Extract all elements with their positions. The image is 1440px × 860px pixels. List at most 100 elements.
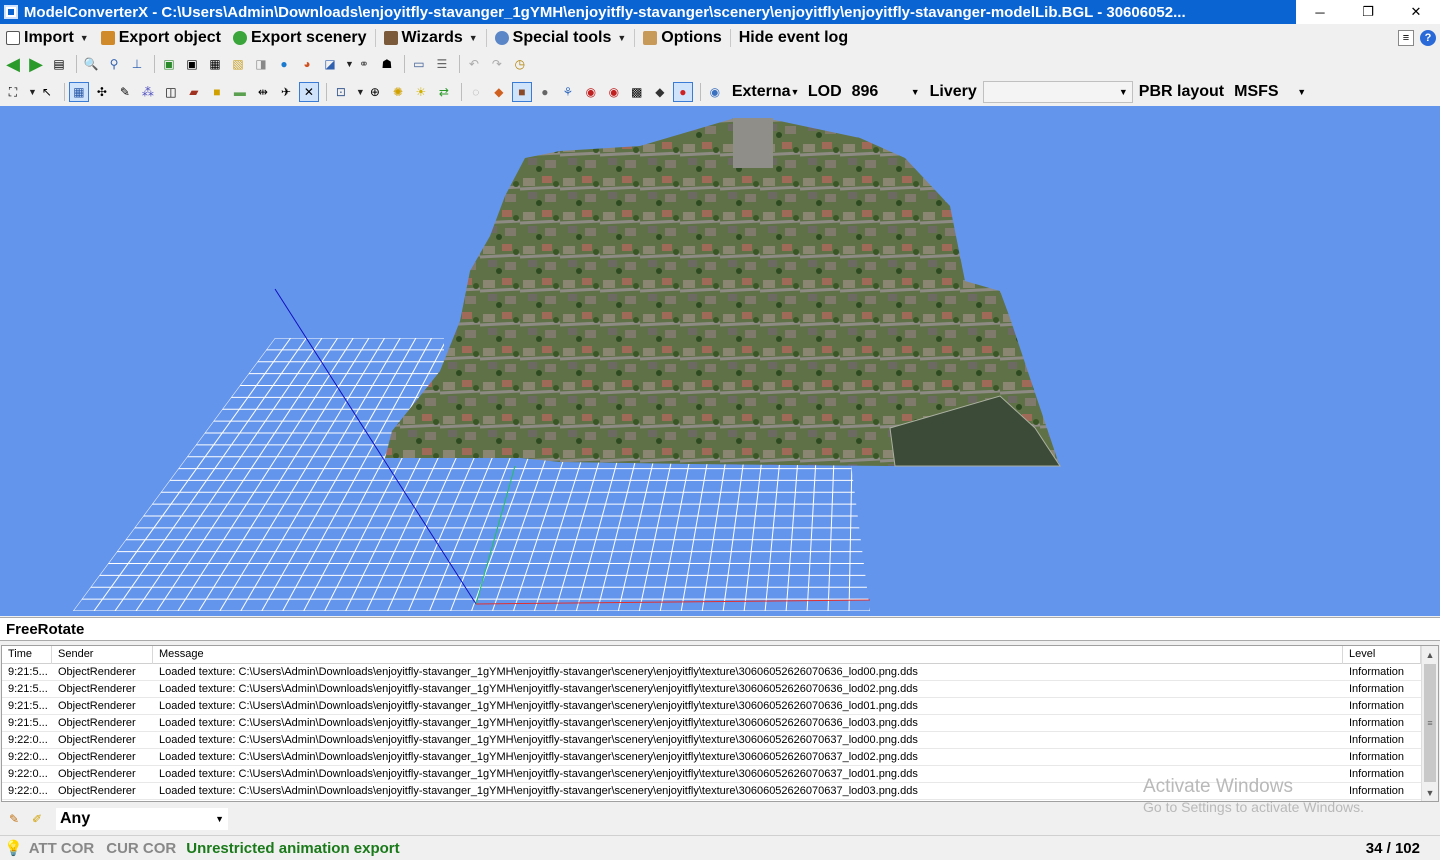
document-icon[interactable]: ≡	[1398, 30, 1414, 46]
axis-icon[interactable]: ✣	[92, 82, 112, 102]
export-layer-icon[interactable]: ◪	[320, 54, 340, 74]
texture-cube-icon[interactable]: ■	[511, 82, 532, 102]
external-combo[interactable]: Externa ▼	[728, 81, 802, 103]
film-icon[interactable]: ▦	[205, 54, 225, 74]
options-menu[interactable]: Options	[637, 27, 727, 49]
livery-combo[interactable]: ▼	[982, 81, 1133, 103]
image-icon[interactable]: ▣	[182, 54, 202, 74]
log-sender: ObjectRenderer	[58, 717, 136, 729]
log-sender: ObjectRenderer	[58, 700, 136, 712]
hierarchy-icon[interactable]: ⊥	[127, 54, 147, 74]
eye-icon[interactable]: ◉	[705, 82, 725, 102]
pbr-layout-combo[interactable]: MSFS ▼	[1230, 81, 1310, 103]
import-menu[interactable]: Import ▼	[0, 27, 95, 49]
status-bar: 💡 ATT COR CUR COR Unrestricted animation…	[0, 835, 1440, 860]
layer-icon[interactable]: ◨	[251, 54, 271, 74]
bulb-icon[interactable]: ☀	[411, 82, 431, 102]
log-sender: ObjectRenderer	[58, 785, 136, 797]
monitor-icon[interactable]: ▭	[409, 54, 429, 74]
clock-icon[interactable]: ◷	[510, 54, 530, 74]
cursor-icon[interactable]: ↖	[37, 82, 57, 102]
3d-viewport[interactable]	[0, 106, 1440, 616]
export-object-menu[interactable]: Export object	[95, 27, 227, 49]
box-dark-icon[interactable]: ◆	[650, 82, 670, 102]
col-sender[interactable]: Sender	[52, 646, 153, 664]
ruler-icon[interactable]: ✎	[115, 82, 135, 102]
sphere-grey-icon[interactable]: ◌	[466, 82, 486, 102]
sun-icon[interactable]: ✺	[388, 82, 408, 102]
log-message: Loaded texture: C:\Users\Admin\Downloads…	[159, 683, 918, 695]
figure-icon[interactable]: ☗	[377, 54, 397, 74]
link-icon[interactable]: ⚭	[354, 54, 374, 74]
hide-event-log-menu[interactable]: Hide event log	[733, 27, 854, 49]
cube-wire-icon[interactable]: ◫	[161, 82, 181, 102]
pin-icon[interactable]: ⚲	[104, 54, 124, 74]
scroll-up-icon[interactable]: ▲	[1422, 646, 1438, 663]
brick-icon[interactable]: ▰	[184, 82, 204, 102]
list-icon[interactable]: ☰	[432, 54, 452, 74]
texture-icon[interactable]: ▧	[228, 54, 248, 74]
scroll-thumb[interactable]: ≡	[1424, 664, 1436, 782]
refresh-icon[interactable]: ⇄	[434, 82, 454, 102]
forward-arrow-icon[interactable]: ▶	[26, 54, 46, 74]
col-time[interactable]: Time	[2, 646, 52, 664]
help-icon[interactable]: ?	[1420, 30, 1436, 46]
skeleton-icon[interactable]: ✕	[298, 82, 319, 102]
uv-grid-icon[interactable]: ▩	[627, 82, 647, 102]
export-scenery-menu[interactable]: Export scenery	[227, 27, 373, 49]
image-green-icon[interactable]: ▣	[159, 54, 179, 74]
log-row[interactable]: 9:22:0... ObjectRenderer Loaded texture: C…	[2, 732, 1438, 749]
lod-combo[interactable]: 896 ▼	[848, 81, 924, 103]
special-tools-menu[interactable]: Special tools ▼	[489, 27, 633, 49]
material-dark-icon[interactable]: ◉	[604, 82, 624, 102]
wizards-menu[interactable]: Wizards ▼	[378, 27, 484, 49]
airplane-icon[interactable]: ✈	[276, 82, 296, 102]
chevron-down-icon[interactable]: ▼	[345, 59, 354, 69]
apple-icon[interactable]: ●	[672, 82, 693, 102]
camera-icon[interactable]: ⊡	[331, 82, 351, 102]
clear-icon[interactable]: ✐	[27, 809, 47, 829]
col-level[interactable]: Level	[1343, 646, 1421, 664]
undo-icon[interactable]: ↶	[464, 54, 484, 74]
edit-icon[interactable]: ✎	[4, 809, 24, 829]
grid-line	[114, 338, 307, 611]
log-row[interactable]: 9:21:5... ObjectRenderer Loaded texture: C…	[2, 715, 1438, 732]
bones-icon[interactable]: ⁂	[138, 82, 158, 102]
level-filter-combo[interactable]: Any ▼	[56, 808, 228, 830]
chevron-down-icon[interactable]: ▼	[28, 87, 37, 97]
crosshair-icon[interactable]: ⊕	[365, 82, 385, 102]
terrain-icon[interactable]: ▬	[230, 82, 250, 102]
fit-view-icon[interactable]: ⛶	[3, 82, 23, 102]
restore-button[interactable]: ❐	[1344, 0, 1392, 24]
box-yellow-icon[interactable]: ■	[207, 82, 227, 102]
material-red-icon[interactable]: ◉	[581, 82, 601, 102]
col-message[interactable]: Message	[153, 646, 1343, 664]
log-sender: ObjectRenderer	[58, 751, 136, 763]
grid-line	[198, 338, 370, 611]
log-row[interactable]: 9:21:5... ObjectRenderer Loaded texture: C…	[2, 681, 1438, 698]
log-row[interactable]: 9:22:0... ObjectRenderer Loaded texture: C…	[2, 749, 1438, 766]
special-tools-label: Special tools	[512, 29, 612, 46]
chevron-down-icon[interactable]: ▼	[356, 87, 365, 97]
color-wheel-icon[interactable]: ◕	[297, 54, 317, 74]
globe-icon[interactable]: ●	[274, 54, 294, 74]
scroll-down-icon[interactable]: ▼	[1422, 784, 1438, 801]
sphere-icon[interactable]: ●	[535, 82, 555, 102]
gear-icon	[494, 31, 509, 45]
back-arrow-icon[interactable]: ◀	[3, 54, 23, 74]
runway-icon[interactable]: ⇹	[253, 82, 273, 102]
minimize-button[interactable]: ─	[1296, 0, 1344, 24]
toolbar-separator	[699, 83, 701, 101]
log-scrollbar[interactable]: ▲ ≡ ▼	[1421, 646, 1438, 801]
close-button[interactable]: ✕	[1392, 0, 1440, 24]
redo-icon[interactable]: ↷	[487, 54, 507, 74]
log-row[interactable]: 9:21:5... ObjectRenderer Loaded texture: C…	[2, 664, 1438, 681]
wrench-icon	[643, 31, 658, 45]
log-time: 9:21:5...	[8, 700, 48, 712]
page-icon[interactable]: ▤	[49, 54, 69, 74]
zoom-icon[interactable]: 🔍	[81, 54, 101, 74]
log-row[interactable]: 9:21:5... ObjectRenderer Loaded texture: C…	[2, 698, 1438, 715]
branch-icon[interactable]: ⚘	[558, 82, 578, 102]
colored-cube-icon[interactable]: ◆	[489, 82, 509, 102]
grid-icon[interactable]: ▦	[68, 82, 89, 102]
